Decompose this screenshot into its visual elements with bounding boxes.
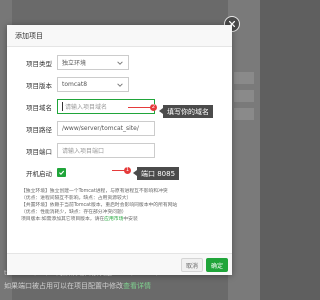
form-row-path: 项目路径 /www/server/tomcat_site/: [7, 120, 232, 137]
annotation-marker: 2: [150, 104, 157, 111]
help-notes: 【独立环境】独立创建一个Tomcat进程，与原有进程互不影响和冲突 （优点：进程…: [21, 188, 221, 223]
port-input[interactable]: 请输入项目端口: [57, 143, 155, 158]
project-version-select[interactable]: tomcat8: [57, 77, 129, 92]
autostart-checkbox[interactable]: [57, 168, 66, 177]
project-version-value: tomcat8: [62, 81, 88, 88]
text-cursor: [62, 102, 63, 111]
port-label: 项目端口: [26, 147, 52, 156]
confirm-button[interactable]: 确定: [206, 258, 228, 272]
dialog-title: 添加项目: [7, 25, 232, 47]
autostart-label: 开机启动: [26, 169, 52, 178]
app-market-link[interactable]: 应用市场: [104, 217, 123, 222]
add-project-dialog: 添加项目 项目类型 独立环境 项目版本 tomcat8 项目域名 请输入项目域名: [7, 25, 232, 275]
note-line: 项目版本:如需添加其它项目版本，请在应用市场中安装: [21, 217, 138, 222]
annotation-leader-line: [128, 107, 152, 108]
annotation-marker: 1: [124, 167, 131, 174]
domain-placeholder: 请输入项目域名: [65, 104, 108, 111]
background-link[interactable]: 查看详情: [123, 282, 151, 290]
dialog-footer: 取消 确定: [7, 253, 232, 275]
version-label: 项目版本: [26, 81, 52, 90]
note-line: （优点：进程间隔互不影响，缺点：占用资源较大）: [21, 196, 132, 201]
note-line: 【共置环境】依赖于当前Tomcat版本，重启时会影响同版本中的所有网站: [21, 203, 178, 208]
path-label: 项目路径: [26, 125, 52, 134]
annotation-tooltip-port: 端口 8085: [132, 167, 180, 180]
note-line: 【独立环境】独立创建一个Tomcat进程，与原有进程互不影响和冲突: [21, 189, 168, 194]
project-type-select[interactable]: 独立环境: [57, 55, 129, 70]
port-placeholder: 请输入项目端口: [62, 148, 105, 155]
note-line: （优点：性能消耗少，缺点：存在部分冲突问题）: [21, 210, 127, 215]
annotation-tooltip-domain: 填写你的域名: [159, 105, 213, 118]
path-input[interactable]: /www/server/tomcat_site/: [57, 121, 155, 136]
dialog-body: 项目类型 独立环境 项目版本 tomcat8 项目域名 请输入项目域名 项目路径: [7, 47, 232, 253]
type-label: 项目类型: [26, 59, 52, 68]
domain-label: 项目域名: [26, 103, 52, 112]
check-icon: [59, 170, 65, 176]
path-value: /www/server/tomcat_site/: [62, 125, 139, 132]
form-row-type: 项目类型 独立环境: [7, 54, 232, 71]
form-row-version: 项目版本 tomcat8: [7, 76, 232, 93]
form-row-port: 项目端口 请输入项目端口: [7, 142, 232, 159]
background-table-column: [228, 0, 260, 300]
project-type-value: 独立环境: [62, 60, 87, 67]
background-note: 如果端口被占用可以在项目配置中修改查看详情: [4, 282, 151, 290]
form-row-autostart: 开机启动: [7, 164, 232, 181]
chevron-down-icon: [117, 60, 123, 65]
chevron-down-icon: [117, 82, 123, 87]
cancel-button[interactable]: 取消: [181, 258, 203, 272]
